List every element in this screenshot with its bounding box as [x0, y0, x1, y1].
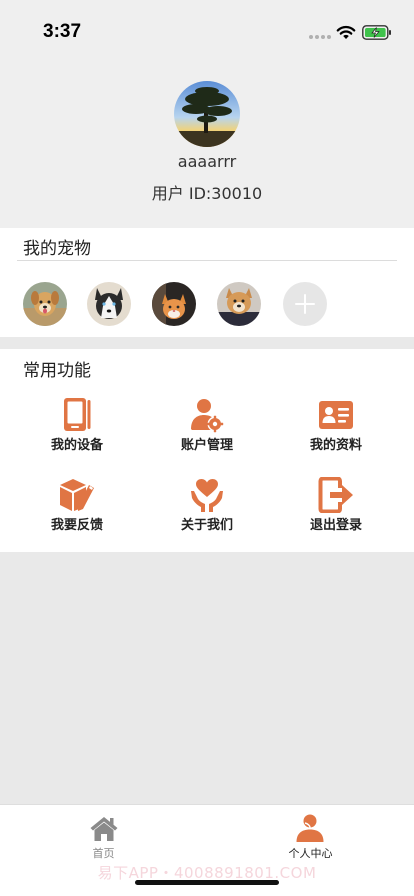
- feedback-button[interactable]: 我要反馈: [22, 477, 132, 547]
- profile-header: aaaarrr 用户 ID:30010: [0, 52, 414, 228]
- pet-avatar-dog-2[interactable]: [217, 282, 261, 326]
- my-device-button[interactable]: 我的设备: [22, 397, 132, 467]
- signal-icon: [309, 35, 331, 41]
- func-label: 关于我们: [180, 518, 233, 533]
- user-id: 用户 ID:30010: [151, 184, 263, 203]
- battery-charging-icon: [362, 25, 391, 40]
- account-management-button[interactable]: 账户管理: [152, 397, 262, 467]
- about-us-button[interactable]: 关于我们: [152, 477, 262, 547]
- func-label: 我的设备: [50, 438, 103, 453]
- status-bar: 3:37: [0, 0, 414, 52]
- status-time: 3:37: [43, 21, 82, 42]
- username: aaaarrr: [177, 152, 237, 171]
- profile-card-icon: [319, 401, 353, 429]
- func-label: 账户管理: [180, 438, 233, 453]
- pet-avatar-dog-1[interactable]: [23, 282, 67, 326]
- tab-profile[interactable]: 个人中心: [0, 805, 414, 865]
- pets-section: 我的宠物: [0, 228, 414, 337]
- tab-profile-label: 个人中心: [288, 847, 333, 860]
- pets-title: 我的宠物: [23, 239, 91, 259]
- functions-section: 常用功能 我的设备 账户管理 我的资料 我要反馈 关于我们 退出登录: [0, 349, 414, 552]
- func-label: 我要反馈: [50, 518, 103, 533]
- pet-avatar-husky[interactable]: [87, 282, 131, 326]
- logout-button[interactable]: 退出登录: [281, 477, 391, 547]
- person-icon: [296, 814, 324, 842]
- func-label: 退出登录: [309, 518, 362, 533]
- add-pet-button[interactable]: [283, 282, 327, 326]
- avatar[interactable]: [174, 81, 240, 147]
- pets-divider: [17, 260, 397, 261]
- my-profile-button[interactable]: 我的资料: [281, 397, 391, 467]
- func-label: 我的资料: [309, 438, 362, 453]
- logout-icon: [318, 477, 353, 513]
- home-indicator: [135, 880, 279, 885]
- device-icon: [64, 398, 91, 431]
- functions-title: 常用功能: [23, 361, 91, 381]
- pet-avatar-cat[interactable]: [152, 282, 196, 326]
- wifi-icon: [336, 25, 356, 39]
- feedback-icon: [60, 479, 94, 511]
- account-settings-icon: [191, 399, 224, 433]
- about-heart-icon: [191, 479, 223, 512]
